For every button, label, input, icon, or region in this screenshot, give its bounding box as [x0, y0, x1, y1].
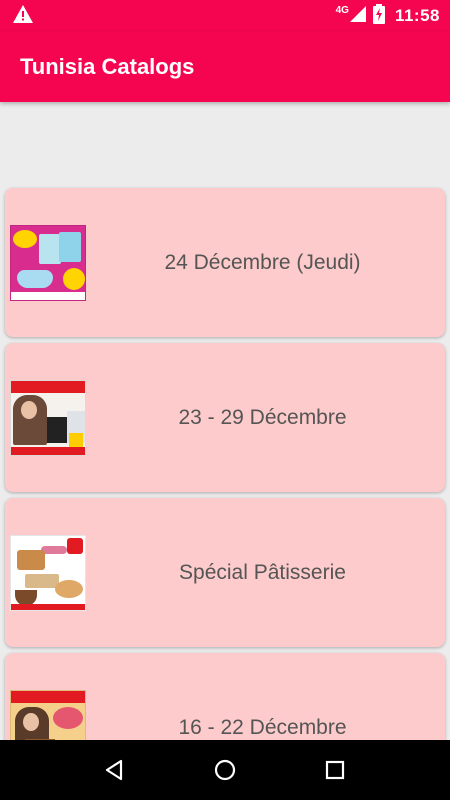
catalog-card[interactable]: 23 - 29 Décembre — [5, 343, 445, 492]
screen: 4G 11:58 Tunisia Catalogs 24 Décembre (J… — [0, 0, 450, 800]
catalog-label: 24 Décembre (Jeudi) — [164, 250, 361, 274]
status-clock: 11:58 — [394, 6, 440, 25]
status-bar: 4G 11:58 — [0, 0, 450, 32]
battery-charging-icon — [372, 3, 385, 29]
network-type-label: 4G — [335, 4, 349, 16]
back-button[interactable] — [95, 750, 135, 790]
back-icon — [105, 759, 123, 781]
navigation-bar — [0, 740, 450, 800]
catalog-thumb-super-promo — [10, 224, 86, 301]
recents-icon — [325, 760, 345, 780]
catalog-thumb-aziza — [10, 379, 86, 456]
catalog-label: 16 - 22 Décembre — [178, 715, 347, 739]
catalog-label: 23 - 29 Décembre — [178, 405, 347, 429]
app-bar: Tunisia Catalogs — [0, 32, 450, 102]
catalog-label: Spécial Pâtisserie — [179, 560, 346, 584]
recents-button[interactable] — [315, 750, 355, 790]
catalog-thumb-patisserie — [10, 534, 86, 611]
signal-icon — [349, 5, 367, 28]
home-button[interactable] — [205, 750, 245, 790]
home-icon — [214, 759, 236, 781]
catalog-card[interactable]: Spécial Pâtisserie — [5, 498, 445, 647]
warning-icon — [12, 4, 34, 29]
catalog-list: 24 Décembre (Jeudi) 23 - 29 Décembre Spé… — [0, 188, 450, 800]
app-title: Tunisia Catalogs — [20, 54, 195, 79]
catalog-card[interactable]: 24 Décembre (Jeudi) — [5, 188, 445, 337]
